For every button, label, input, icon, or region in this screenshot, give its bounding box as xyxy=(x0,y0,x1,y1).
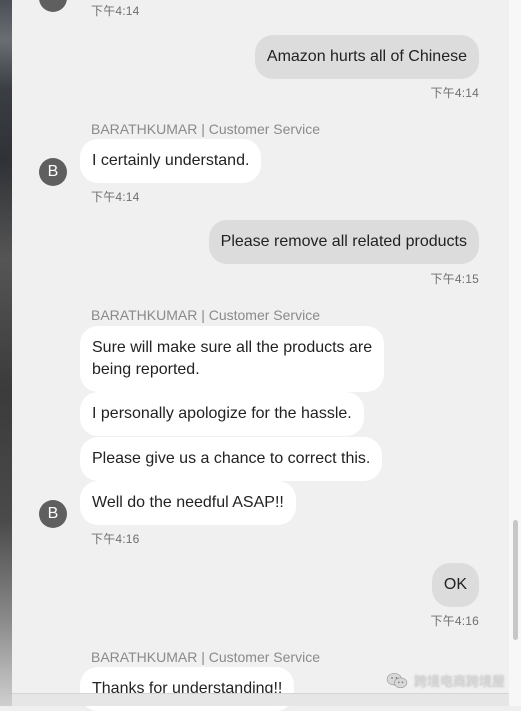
scrollbar-thumb[interactable] xyxy=(513,520,518,640)
watermark-text: 跨境电商跨境屋 xyxy=(413,674,505,689)
outgoing-message: Please remove all related products xyxy=(208,220,479,264)
timestamp: 下午4:16 xyxy=(430,614,479,628)
watermark: 跨境电商跨境屋 xyxy=(386,671,505,690)
incoming-message: Sure will make sure all the products are… xyxy=(80,326,385,392)
sender-name: BARATHKUMAR | Customer Service xyxy=(91,649,320,665)
incoming-message: Well do the needful ASAP!! xyxy=(80,481,296,525)
outgoing-message: OK xyxy=(431,563,479,607)
incoming-message: Please give us a chance to correct this. xyxy=(80,437,383,481)
incoming-message: I personally apologize for the hassle. xyxy=(80,392,364,436)
avatar xyxy=(39,0,67,12)
timestamp: 下午4:15 xyxy=(430,272,479,286)
timestamp: 下午4:16 xyxy=(91,532,140,546)
timestamp: 下午4:14 xyxy=(430,86,479,100)
incoming-message: I certainly understand. xyxy=(80,139,262,183)
background-window-edge xyxy=(0,0,12,706)
sender-name: BARATHKUMAR | Customer Service xyxy=(91,307,320,323)
chat-bottom-edge xyxy=(12,693,509,706)
timestamp: 下午4:14 xyxy=(91,190,140,204)
scrollbar[interactable] xyxy=(509,0,521,706)
chat-thread[interactable]: 下午4:14 Amazon hurts all of Chinese 下午4:1… xyxy=(12,0,509,711)
sender-name: BARATHKUMAR | Customer Service xyxy=(91,121,320,137)
message-line: Sure will make sure all the products are xyxy=(92,339,373,356)
message-line: being reported. xyxy=(92,361,200,378)
avatar: B xyxy=(39,158,67,186)
wechat-icon xyxy=(386,672,408,688)
outgoing-message: Amazon hurts all of Chinese xyxy=(254,35,479,79)
avatar: B xyxy=(39,500,67,528)
timestamp: 下午4:14 xyxy=(91,4,140,18)
